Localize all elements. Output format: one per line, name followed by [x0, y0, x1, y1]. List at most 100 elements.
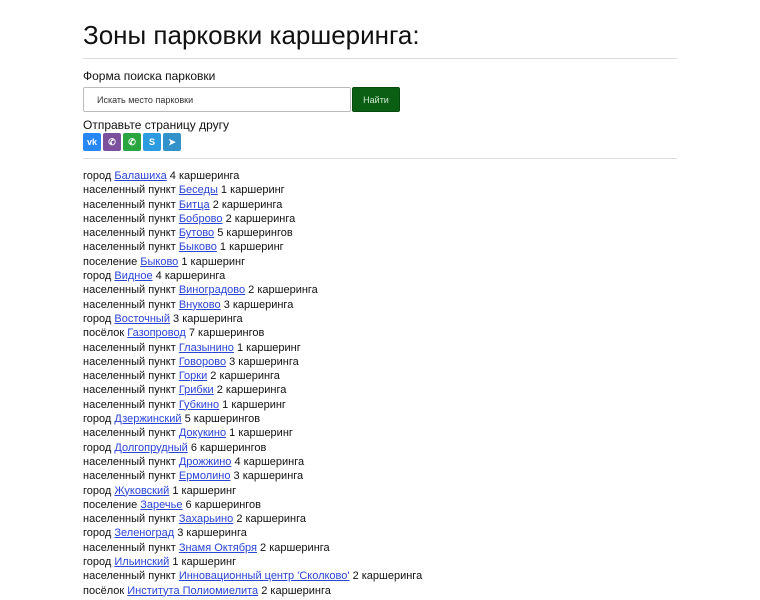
location-link[interactable]: Дрожжино: [179, 456, 232, 468]
list-item: населенный пункт Битца 2 каршеринга: [83, 198, 677, 212]
location-type: населенный пункт: [83, 513, 176, 526]
list-item: посёлок Газопровод 7 каршерингов: [83, 326, 677, 340]
carsharing-count: 1 каршеринг: [220, 184, 285, 197]
carsharing-count: 2 каршеринга: [248, 284, 318, 297]
carsharing-count: 2 каршеринга: [261, 584, 331, 597]
list-item: населенный пункт Знамя Октября 2 каршери…: [83, 541, 677, 555]
location-type: город: [83, 527, 112, 540]
search-button[interactable]: Найти: [352, 87, 400, 112]
location-type: населенный пункт: [83, 398, 176, 411]
location-link[interactable]: Газопровод: [127, 327, 186, 339]
location-type: город: [83, 270, 112, 283]
carsharing-count: 3 каршеринга: [173, 312, 243, 325]
carsharing-count: 6 каршерингов: [185, 498, 262, 511]
location-list: город Балашиха 4 каршеринга населенный пу…: [83, 169, 677, 598]
location-link[interactable]: Беседы: [179, 184, 218, 196]
location-link[interactable]: Виноградово: [179, 284, 245, 296]
carsharing-count: 2 каршеринга: [210, 370, 280, 383]
location-link[interactable]: Знамя Октября: [179, 542, 257, 554]
list-item: населенный пункт Захарьино 2 каршеринга: [83, 512, 677, 526]
location-link[interactable]: Долгопрудный: [114, 442, 187, 454]
list-item: город Долгопрудный 6 каршерингов: [83, 441, 677, 455]
telegram-icon: ➤: [168, 136, 176, 147]
location-link[interactable]: Быково: [140, 256, 178, 268]
location-type: посёлок: [83, 584, 125, 597]
location-link[interactable]: Внуково: [179, 299, 221, 311]
location-type: населенный пункт: [83, 212, 176, 225]
carsharing-count: 1 каршеринг: [181, 255, 246, 268]
list-item: посёлок Института Полиомиелита 2 каршери…: [83, 584, 677, 598]
location-link[interactable]: Бутово: [179, 227, 214, 239]
location-type: населенный пункт: [83, 470, 176, 483]
carsharing-count: 4 каршеринга: [169, 170, 240, 182]
search-form-label: Форма поиска парковки: [83, 69, 216, 83]
location-link[interactable]: Зеленоград: [114, 527, 174, 539]
location-link[interactable]: Глазынино: [179, 342, 234, 354]
location-link[interactable]: Боброво: [179, 213, 223, 225]
page-title: Зоны парковки каршеринга:: [83, 20, 420, 50]
search-input[interactable]: [83, 87, 351, 112]
list-item: населенный пункт Инновационный центр 'Ск…: [83, 569, 677, 583]
location-type: населенный пункт: [83, 384, 176, 397]
location-type: город: [83, 556, 112, 569]
list-item: населенный пункт Глазынино 1 каршеринг: [83, 341, 677, 355]
list-item: населенный пункт Говорово 3 каршеринга: [83, 355, 677, 369]
location-type: город: [83, 484, 112, 497]
location-type: посёлок: [83, 327, 125, 340]
list-item: населенный пункт Грибки 2 каршеринга: [83, 383, 677, 397]
share-skype-button[interactable]: S: [143, 133, 161, 151]
location-link[interactable]: Дзержинский: [114, 413, 181, 425]
location-link[interactable]: Видное: [114, 270, 152, 282]
location-link[interactable]: Говорово: [179, 356, 226, 368]
list-item: город Ильинский 1 каршеринг: [83, 555, 677, 569]
location-link[interactable]: Ильинский: [114, 556, 169, 568]
list-item: населенный пункт Докукино 1 каршеринг: [83, 426, 677, 440]
carsharing-count: 1 каршеринг: [172, 484, 237, 497]
location-type: населенный пункт: [83, 184, 176, 197]
location-link[interactable]: Института Полиомиелита: [127, 585, 258, 597]
carsharing-count: 2 каршеринга: [225, 212, 296, 225]
list-item: поселение Быково 1 каршеринг: [83, 255, 677, 269]
share-telegram-button[interactable]: ➤: [163, 133, 181, 151]
location-link[interactable]: Ермолино: [179, 470, 231, 482]
list-item: город Балашиха 4 каршеринга: [83, 169, 677, 183]
location-link[interactable]: Губкино: [179, 399, 219, 411]
carsharing-count: 2 каршеринга: [216, 384, 287, 397]
carsharing-count: 3 каршеринга: [177, 527, 247, 540]
location-type: поселение: [83, 255, 138, 268]
location-link[interactable]: Докукино: [179, 427, 226, 439]
carsharing-count: 2 каршеринга: [212, 198, 283, 211]
carsharing-count: 2 каршеринга: [236, 513, 306, 526]
location-link[interactable]: Балашиха: [114, 170, 166, 182]
location-link[interactable]: Быково: [179, 241, 217, 253]
location-type: населенный пункт: [83, 455, 176, 468]
list-item: населенный пункт Горки 2 каршеринга: [83, 369, 677, 383]
location-link[interactable]: Горки: [179, 370, 207, 382]
share-viber-button[interactable]: ✆: [103, 133, 121, 151]
location-link[interactable]: Восточный: [114, 313, 170, 325]
location-link[interactable]: Битца: [179, 199, 210, 211]
location-type: город: [83, 441, 112, 454]
location-type: город: [83, 312, 112, 325]
location-link[interactable]: Захарьино: [179, 513, 233, 525]
carsharing-count: 7 каршерингов: [188, 327, 265, 340]
location-link[interactable]: Заречье: [140, 499, 182, 511]
carsharing-count: 1 каршеринг: [237, 341, 301, 354]
carsharing-count: 2 каршеринга: [352, 570, 423, 583]
share-whatsapp-button[interactable]: ✆: [123, 133, 141, 151]
carsharing-count: 2 каршеринга: [260, 541, 330, 554]
vk-icon: vk: [86, 137, 97, 147]
list-item: поселение Заречье 6 каршерингов: [83, 498, 677, 512]
carsharing-count: 4 каршеринга: [155, 270, 226, 283]
location-link[interactable]: Инновационный центр 'Сколково': [179, 570, 350, 582]
location-type: поселение: [83, 498, 138, 511]
carsharing-count: 3 каршеринга: [233, 470, 304, 483]
location-link[interactable]: Грибки: [179, 384, 214, 396]
location-type: населенный пункт: [83, 427, 176, 440]
list-item: населенный пункт Виноградово 2 каршеринг…: [83, 283, 677, 297]
location-type: населенный пункт: [83, 298, 176, 311]
share-vk-button[interactable]: vk: [83, 133, 101, 151]
whatsapp-icon: ✆: [128, 136, 136, 147]
carsharing-count: 1 каршеринг: [219, 241, 284, 254]
location-link[interactable]: Жуковский: [114, 485, 169, 497]
